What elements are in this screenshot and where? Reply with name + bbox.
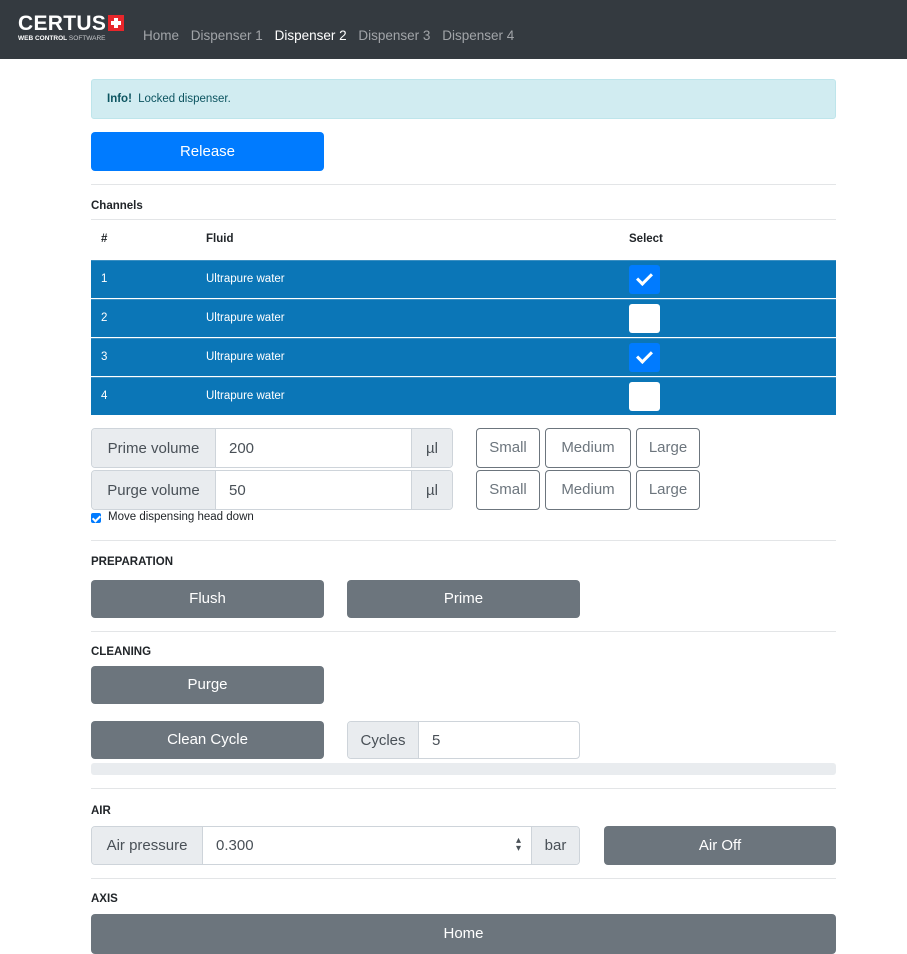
brand-name: CERTUS bbox=[18, 12, 107, 35]
purge-button[interactable]: Purge bbox=[91, 666, 324, 704]
purge-volume-group: Purge volume 50 µl bbox=[91, 470, 453, 510]
air-pressure-label: Air pressure bbox=[92, 827, 203, 864]
clean-cycle-button[interactable]: Clean Cycle bbox=[91, 721, 324, 759]
prime-medium-button[interactable]: Medium bbox=[545, 428, 631, 468]
axis-home-button[interactable]: Home bbox=[91, 914, 836, 954]
divider bbox=[91, 184, 836, 185]
prime-small-button[interactable]: Small bbox=[476, 428, 540, 468]
prime-volume-unit: µl bbox=[411, 429, 452, 467]
row-num: 4 bbox=[101, 390, 108, 402]
release-button[interactable]: Release bbox=[91, 132, 324, 171]
col-fluid: Fluid bbox=[206, 233, 234, 245]
cycles-input[interactable]: 5 bbox=[419, 722, 579, 758]
cleaning-label: CLEANING bbox=[91, 646, 152, 658]
purge-small-button[interactable]: Small bbox=[476, 470, 540, 510]
prime-volume-label: Prime volume bbox=[92, 429, 216, 467]
channel-select-checkbox[interactable] bbox=[629, 265, 660, 294]
table-row[interactable]: 3 Ultrapure water bbox=[91, 338, 836, 376]
clean-progress-bar bbox=[91, 763, 836, 775]
purge-volume-input[interactable]: 50 bbox=[216, 471, 411, 509]
prime-button[interactable]: Prime bbox=[347, 580, 580, 618]
col-num: # bbox=[101, 233, 108, 245]
swiss-cross-icon bbox=[108, 15, 125, 31]
row-num: 2 bbox=[101, 312, 108, 324]
purge-large-button[interactable]: Large bbox=[636, 470, 700, 510]
row-num: 1 bbox=[101, 273, 108, 285]
nav-dispenser-3[interactable]: Dispenser 3 bbox=[358, 28, 430, 43]
nav-dispenser-1[interactable]: Dispenser 1 bbox=[191, 28, 263, 43]
purge-volume-label: Purge volume bbox=[92, 471, 216, 509]
purge-volume-unit: µl bbox=[411, 471, 452, 509]
prime-volume-group: Prime volume 200 µl bbox=[91, 428, 453, 468]
air-label: AIR bbox=[91, 805, 111, 817]
alert-strong: Info! bbox=[107, 93, 132, 105]
nav-dispenser-4[interactable]: Dispenser 4 bbox=[442, 28, 514, 43]
move-head-checkbox[interactable] bbox=[91, 513, 101, 523]
purge-medium-button[interactable]: Medium bbox=[545, 470, 631, 510]
divider bbox=[91, 788, 836, 789]
brand-subtitle: WEB CONTROL SOFTWARE bbox=[18, 35, 106, 42]
channel-select-checkbox[interactable] bbox=[629, 343, 660, 372]
divider bbox=[91, 878, 836, 879]
channel-select-checkbox[interactable] bbox=[629, 382, 660, 411]
nav-home[interactable]: Home bbox=[143, 28, 179, 43]
table-row[interactable]: 1 Ultrapure water bbox=[91, 260, 836, 298]
top-navbar: CERTUS WEB CONTROL SOFTWARE Home Dispens… bbox=[0, 0, 907, 59]
row-fluid: Ultrapure water bbox=[206, 273, 285, 285]
air-pressure-group: Air pressure 0.300 ▴ ▾ bar bbox=[91, 826, 580, 865]
table-row[interactable]: 2 Ultrapure water bbox=[91, 299, 836, 337]
divider bbox=[91, 631, 836, 632]
prime-volume-input[interactable]: 200 bbox=[216, 429, 411, 467]
table-row[interactable]: 4 Ultrapure water bbox=[91, 377, 836, 415]
flush-button[interactable]: Flush bbox=[91, 580, 324, 618]
air-off-button[interactable]: Air Off bbox=[604, 826, 836, 865]
channel-select-checkbox[interactable] bbox=[629, 304, 660, 333]
cycles-label: Cycles bbox=[348, 722, 419, 758]
axis-label: AXIS bbox=[91, 893, 118, 905]
cycles-group: Cycles 5 bbox=[347, 721, 580, 759]
divider bbox=[91, 540, 836, 541]
alert-text: Locked dispenser. bbox=[138, 93, 231, 105]
brand-sub-bold: WEB CONTROL bbox=[18, 35, 68, 42]
row-fluid: Ultrapure water bbox=[206, 351, 285, 363]
move-head-label: Move dispensing head down bbox=[108, 511, 254, 523]
main-nav: Home Dispenser 1 Dispenser 2 Dispenser 3… bbox=[143, 28, 522, 43]
air-pressure-input[interactable]: 0.300 ▴ ▾ bbox=[203, 827, 531, 864]
row-fluid: Ultrapure water bbox=[206, 312, 285, 324]
info-alert: Info! Locked dispenser. bbox=[91, 79, 836, 119]
brand-sub-soft: SOFTWARE bbox=[68, 35, 106, 42]
spinner-arrows-icon[interactable]: ▴ ▾ bbox=[516, 836, 521, 854]
row-fluid: Ultrapure water bbox=[206, 390, 285, 402]
channels-table-header: # Fluid Select bbox=[91, 220, 836, 260]
prime-large-button[interactable]: Large bbox=[636, 428, 700, 468]
row-num: 3 bbox=[101, 351, 108, 363]
air-pressure-unit: bar bbox=[531, 827, 579, 864]
channels-label: Channels bbox=[91, 200, 143, 212]
certus-logo[interactable]: CERTUS WEB CONTROL SOFTWARE bbox=[18, 12, 125, 42]
nav-dispenser-2[interactable]: Dispenser 2 bbox=[275, 28, 347, 43]
air-pressure-value: 0.300 bbox=[216, 837, 254, 854]
col-select: Select bbox=[629, 233, 663, 245]
preparation-label: PREPARATION bbox=[91, 556, 173, 568]
